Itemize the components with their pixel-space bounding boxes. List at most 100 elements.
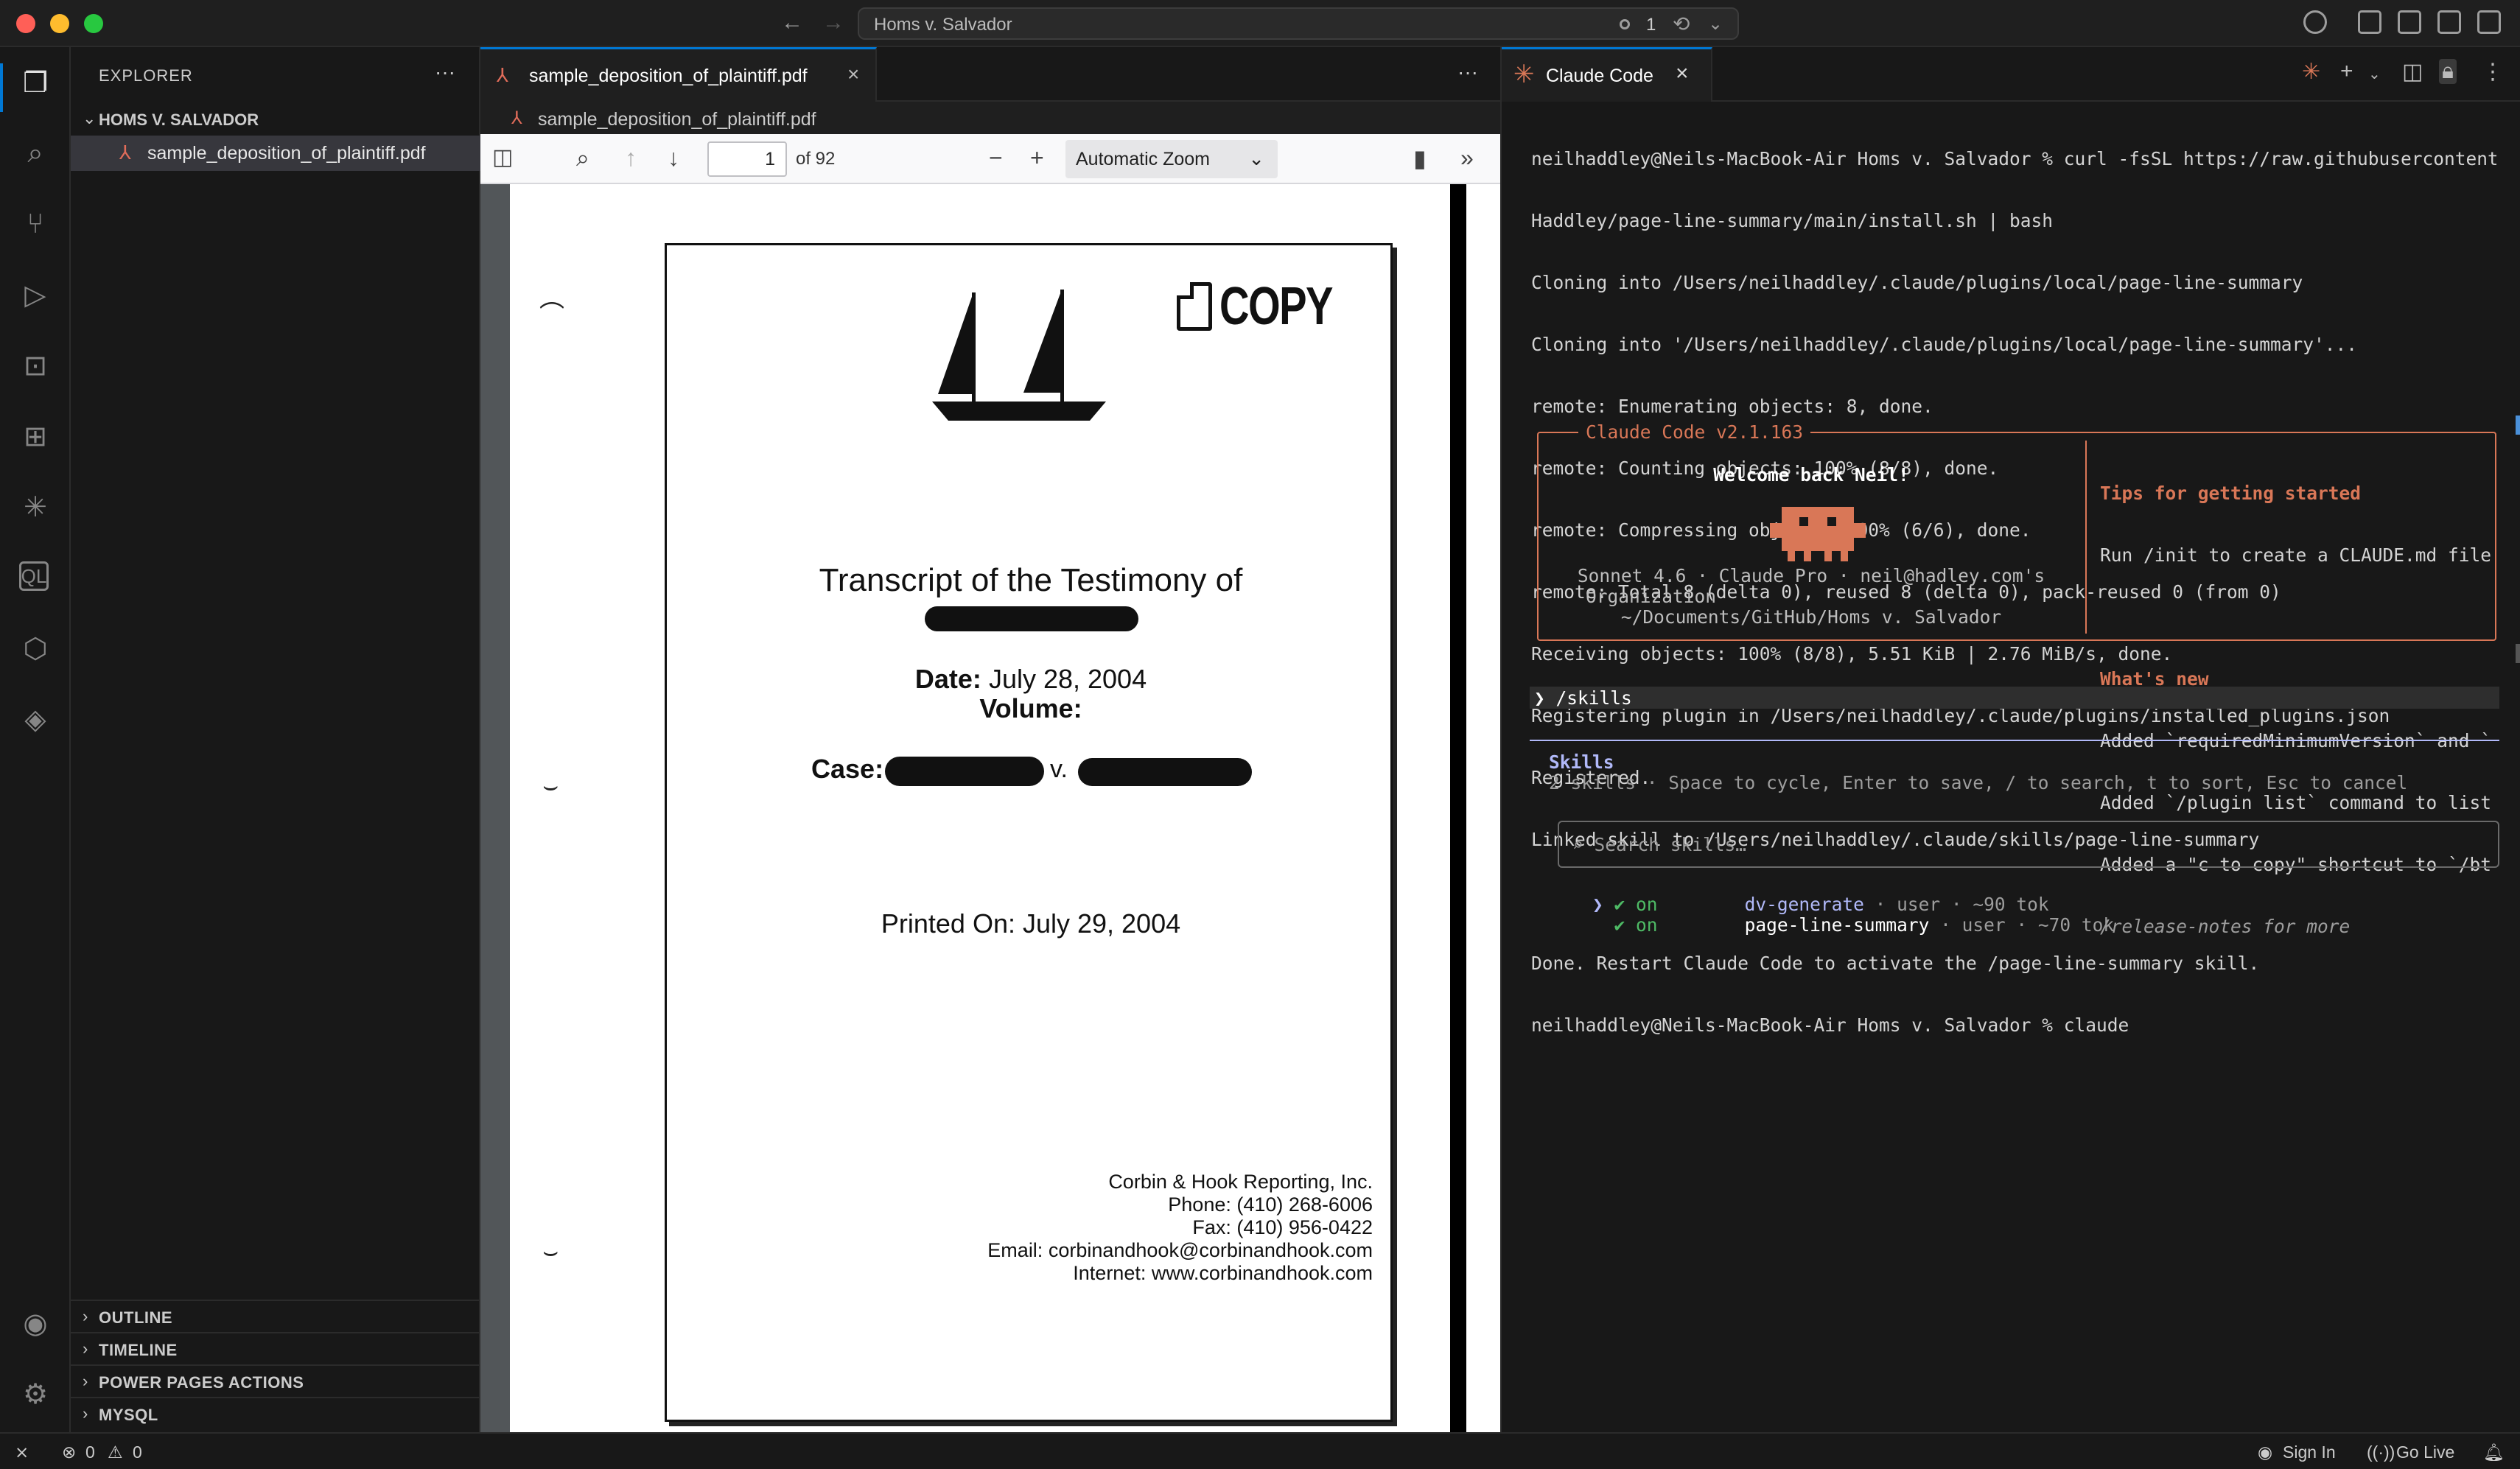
more-actions-icon[interactable]: ··· [435,60,455,84]
maximize-window-button[interactable] [84,14,103,33]
pdf-canvas-area[interactable]: ⌒ ⌣ ⌣ COPY Transcript of the Testimony o… [480,184,1500,1432]
terminal-line: Cloning into /Users/neilhaddley/.claude/… [1531,273,2303,293]
more-actions-icon[interactable]: ⋮ [2482,59,2504,85]
mascot-arm [1854,523,1866,538]
section-label: MYSQL [99,1406,158,1424]
redaction-bar [1078,758,1252,786]
sync-icon[interactable]: ⟲ [1673,12,1690,36]
close-icon[interactable]: × [847,63,859,86]
document-volume: Volume: [979,693,1082,723]
chevron-down-icon: ⌄ [1248,147,1264,169]
page-number-input[interactable] [707,141,787,177]
file-item[interactable]: ⅄ sample_deposition_of_plaintiff.pdf [71,136,480,171]
pdf-scrollbar[interactable] [1450,184,1466,1432]
claude-spark-icon[interactable]: ✳ [2302,59,2320,85]
tab-label: sample_deposition_of_plaintiff.pdf [529,66,808,86]
minimize-window-button[interactable] [50,14,69,33]
copilot-icon[interactable] [2303,10,2327,34]
new-terminal-icon[interactable]: + [2340,59,2353,84]
document-frame: COPY Transcript of the Testimony of Date… [665,243,1393,1422]
section-timeline[interactable]: › TIMELINE [71,1332,480,1364]
welcome-tips: Tips for getting started Run /init to cr… [2100,442,2491,978]
printed-on: Printed On: July 29, 2004 [881,908,1181,939]
terminal-scroll-marker[interactable] [2516,416,2520,435]
chevron-down-icon[interactable]: ⌄ [1708,13,1723,35]
errors-icon[interactable]: ⊗ [62,1442,76,1462]
extensions-icon[interactable]: ⊞ [19,420,52,452]
welcome-left: Welcome back Neil! Sonnet 4.6 · Claude P… [1539,433,2084,639]
zoom-select[interactable]: Automatic Zoom ⌄ [1065,140,1278,178]
split-editor-icon[interactable]: ◫ [2402,59,2423,85]
error-count[interactable]: 0 [85,1442,95,1462]
toggle-panel-icon[interactable] [2437,10,2461,34]
lock-icon[interactable]: 🔒︎ [2439,59,2457,84]
section-label: TIMELINE [99,1341,178,1359]
folder-row[interactable]: ⌄ HOMS V. SALVADOR [71,103,480,136]
previous-page-icon[interactable]: ↑ [625,144,637,172]
skills-search-input[interactable]: ⌕ Search skills… [1558,821,2499,868]
tab-pdf[interactable]: ⅄ sample_deposition_of_plaintiff.pdf × [480,47,877,102]
chevron-down-icon[interactable]: ⌄ [2368,65,2381,83]
gear-icon[interactable]: ⚙ [19,1378,52,1410]
zoom-out-icon[interactable]: − [989,144,1003,172]
section-outline[interactable]: › OUTLINE [71,1300,480,1332]
section-power-pages-actions[interactable]: › POWER PAGES ACTIONS [71,1364,480,1397]
tab-claude-code[interactable]: ✳ Claude Code × [1502,47,1712,102]
search-icon[interactable]: ⌕ [576,144,589,172]
command-center[interactable]: Homs v. Salvador 1 ⟲ ⌄ [858,7,1739,40]
run-debug-icon[interactable]: ▷ [19,278,52,311]
section-label: OUTLINE [99,1308,173,1327]
mascot-arm [1770,523,1782,538]
section-mysql[interactable]: › MYSQL [71,1397,480,1429]
remote-icon[interactable]: ⨯ [15,1442,29,1462]
close-icon[interactable]: × [1676,61,1689,86]
claude-icon[interactable]: ✳ [19,491,52,523]
remote-explorer-icon[interactable]: ⊡ [19,349,52,382]
skills-separator [1530,740,2499,741]
sidebar-title: EXPLORER [99,66,193,85]
skill-meta: · user · ~70 tok [1929,914,2115,936]
skill-name: page-line-summary [1744,914,1930,936]
sign-in-button[interactable]: Sign In [2283,1442,2336,1462]
chevron-down-icon: ⌄ [83,109,97,127]
warning-count[interactable]: 0 [133,1442,142,1462]
pdf-page: ⌒ ⌣ ⌣ COPY Transcript of the Testimony o… [510,184,1450,1432]
skill-row[interactable]: ✔ on page-line-summary · user · ~70 tok [1549,894,2115,956]
welcome-greeting: Welcome back Neil! [1713,464,1909,485]
zoom-in-icon[interactable]: + [1030,144,1044,172]
go-live-button[interactable]: Go Live [2396,1442,2454,1462]
source-control-icon[interactable]: ⑂ [19,208,52,240]
account-icon[interactable]: ◉ [19,1307,52,1339]
search-icon[interactable]: ⌕ [19,137,52,169]
pdf-file-icon: ⅄ [511,108,522,128]
claude-spark-icon: ✳ [1513,60,1535,88]
next-page-icon[interactable]: ↓ [668,144,679,172]
more-actions-icon[interactable]: ··· [1457,60,1478,84]
news-line: Added `/plugin list` command to list… [2100,792,2491,813]
toggle-primary-sidebar-icon[interactable] [2398,10,2421,34]
sql-icon[interactable]: QL [19,561,49,591]
bookmark-icon[interactable]: ▮ [1413,144,1427,172]
warning-icon[interactable]: ⚠ [108,1442,123,1462]
forward-arrow-icon[interactable]: → [822,10,844,35]
tips-line: Run /init to create a CLAUDE.md file… [2100,544,2491,566]
breadcrumb-item[interactable]: sample_deposition_of_plaintiff.pdf [538,109,816,130]
layout-customize-icon[interactable] [2358,10,2381,34]
terminal-scroll-marker[interactable] [2516,644,2520,663]
case-versus: v. [1050,755,1068,783]
toggle-secondary-sidebar-icon[interactable] [2477,10,2501,34]
sidebar-toggle-icon[interactable]: ◫ [492,144,513,170]
title-bar: ← → Homs v. Salvador 1 ⟲ ⌄ [0,0,2520,47]
tools-more-icon[interactable]: » [1460,144,1474,172]
close-window-button[interactable] [16,14,35,33]
packages-icon[interactable]: ⬡ [19,632,52,665]
chevron-right-icon: › [83,1339,88,1358]
bell-icon[interactable]: 🔔︎ [2483,1442,2505,1462]
skills-title: Skills [1549,751,1614,773]
notification-count: 1 [1646,15,1656,35]
terminal-line: Cloning into '/Users/neilhaddley/.claude… [1531,334,2358,355]
explorer-icon[interactable]: ❐ [19,66,52,99]
power-platform-icon[interactable]: ◈ [19,703,52,735]
back-arrow-icon[interactable]: ← [781,10,803,35]
document-icon [1177,282,1212,331]
